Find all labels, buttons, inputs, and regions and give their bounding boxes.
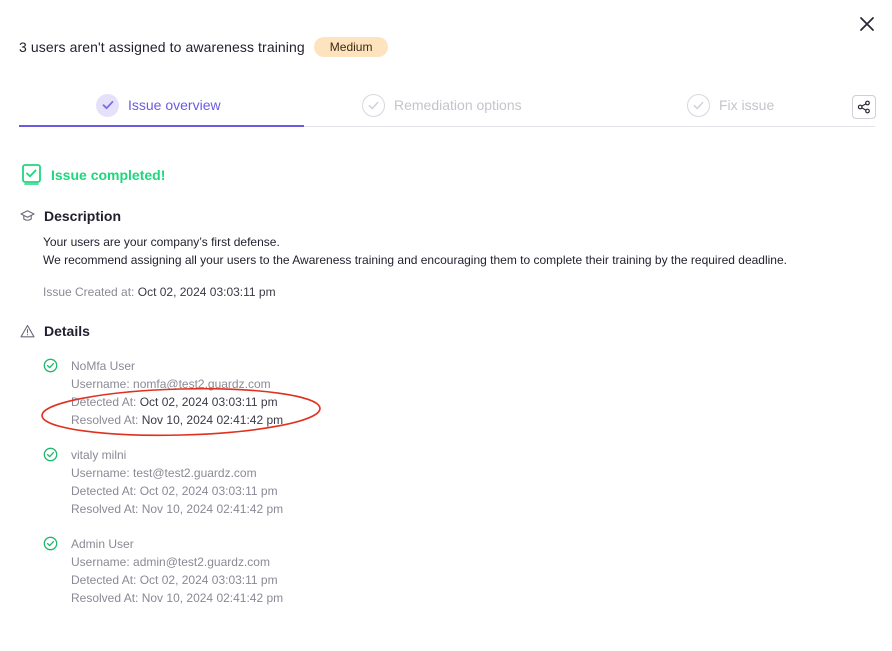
issue-title: 3 users aren't assigned to awareness tra… xyxy=(19,39,305,55)
details-heading: Details xyxy=(20,323,90,339)
description-heading: Description xyxy=(20,208,121,224)
checkbox-checked-icon xyxy=(22,164,41,185)
section-title: Description xyxy=(44,208,122,224)
resolved-label: Resolved At: xyxy=(71,591,139,605)
warning-triangle-icon xyxy=(20,324,35,338)
status-text: Issue completed! xyxy=(51,166,166,183)
username-label: Username: xyxy=(71,466,130,480)
status-completed: Issue completed! xyxy=(22,164,165,185)
resolved-value: Nov 10, 2024 02:41:42 pm xyxy=(141,502,284,516)
tab-remediation-options[interactable]: Remediation options xyxy=(362,93,522,117)
user-name: NoMfa User xyxy=(71,359,136,373)
tab-label: Remediation options xyxy=(394,97,522,113)
tab-label: Fix issue xyxy=(719,97,775,113)
close-icon xyxy=(860,17,874,31)
check-circle-icon xyxy=(43,358,58,373)
username-value: admin@test2.guardz.com xyxy=(133,555,270,569)
user-username-row: Username: test@test2.guardz.com xyxy=(71,464,283,482)
severity-badge: Medium xyxy=(313,37,389,57)
created-value: Oct 02, 2024 03:03:11 pm xyxy=(137,285,276,299)
user-username-row: Username: admin@test2.guardz.com xyxy=(71,553,283,571)
check-circle-icon xyxy=(362,93,385,117)
active-tab-indicator xyxy=(19,125,304,127)
check-circle-icon xyxy=(96,93,119,117)
detected-value: Oct 02, 2024 03:03:11 pm xyxy=(139,573,278,587)
tab-fix-issue[interactable]: Fix issue xyxy=(687,93,774,117)
detected-value: Oct 02, 2024 03:03:11 pm xyxy=(139,484,278,498)
highlight-ellipse xyxy=(41,387,321,437)
detected-label: Detected At: xyxy=(71,484,137,498)
resolved-value: Nov 10, 2024 02:41:42 pm xyxy=(141,591,284,605)
user-resolved-row: Resolved At: Nov 10, 2024 02:41:42 pm xyxy=(71,500,283,518)
user-detected-row: Detected At: Oct 02, 2024 03:03:11 pm xyxy=(71,482,283,500)
tab-issue-overview[interactable]: Issue overview xyxy=(96,93,221,117)
user-resolved-row: Resolved At: Nov 10, 2024 02:41:42 pm xyxy=(71,589,283,607)
share-button[interactable] xyxy=(852,95,876,119)
share-icon xyxy=(857,100,870,114)
check-circle-icon xyxy=(43,447,58,462)
issue-tabs: Issue overview Remediation options Fix i… xyxy=(19,88,876,127)
check-circle-icon xyxy=(43,536,58,551)
check-circle-icon xyxy=(687,93,710,117)
description-line: We recommend assigning all your users to… xyxy=(43,253,787,267)
user-detected-row: Detected At: Oct 02, 2024 03:03:11 pm xyxy=(71,571,283,589)
issue-header: 3 users aren't assigned to awareness tra… xyxy=(19,36,389,58)
created-label: Issue Created at: xyxy=(43,285,135,299)
description-text: Your users are your company’s first defe… xyxy=(43,233,787,269)
user-name: vitaly milni xyxy=(71,448,127,462)
username-label: Username: xyxy=(71,555,130,569)
description-line: Your users are your company’s first defe… xyxy=(43,235,280,249)
resolved-label: Resolved At: xyxy=(71,502,139,516)
user-name: Admin User xyxy=(71,537,134,551)
username-value: test@test2.guardz.com xyxy=(133,466,257,480)
graduation-cap-icon xyxy=(20,210,35,221)
issue-created-at: Issue Created at: Oct 02, 2024 03:03:11 … xyxy=(43,285,276,299)
detected-label: Detected At: xyxy=(71,573,137,587)
close-button[interactable] xyxy=(856,13,878,35)
tab-label: Issue overview xyxy=(128,97,221,113)
section-title: Details xyxy=(44,323,90,339)
